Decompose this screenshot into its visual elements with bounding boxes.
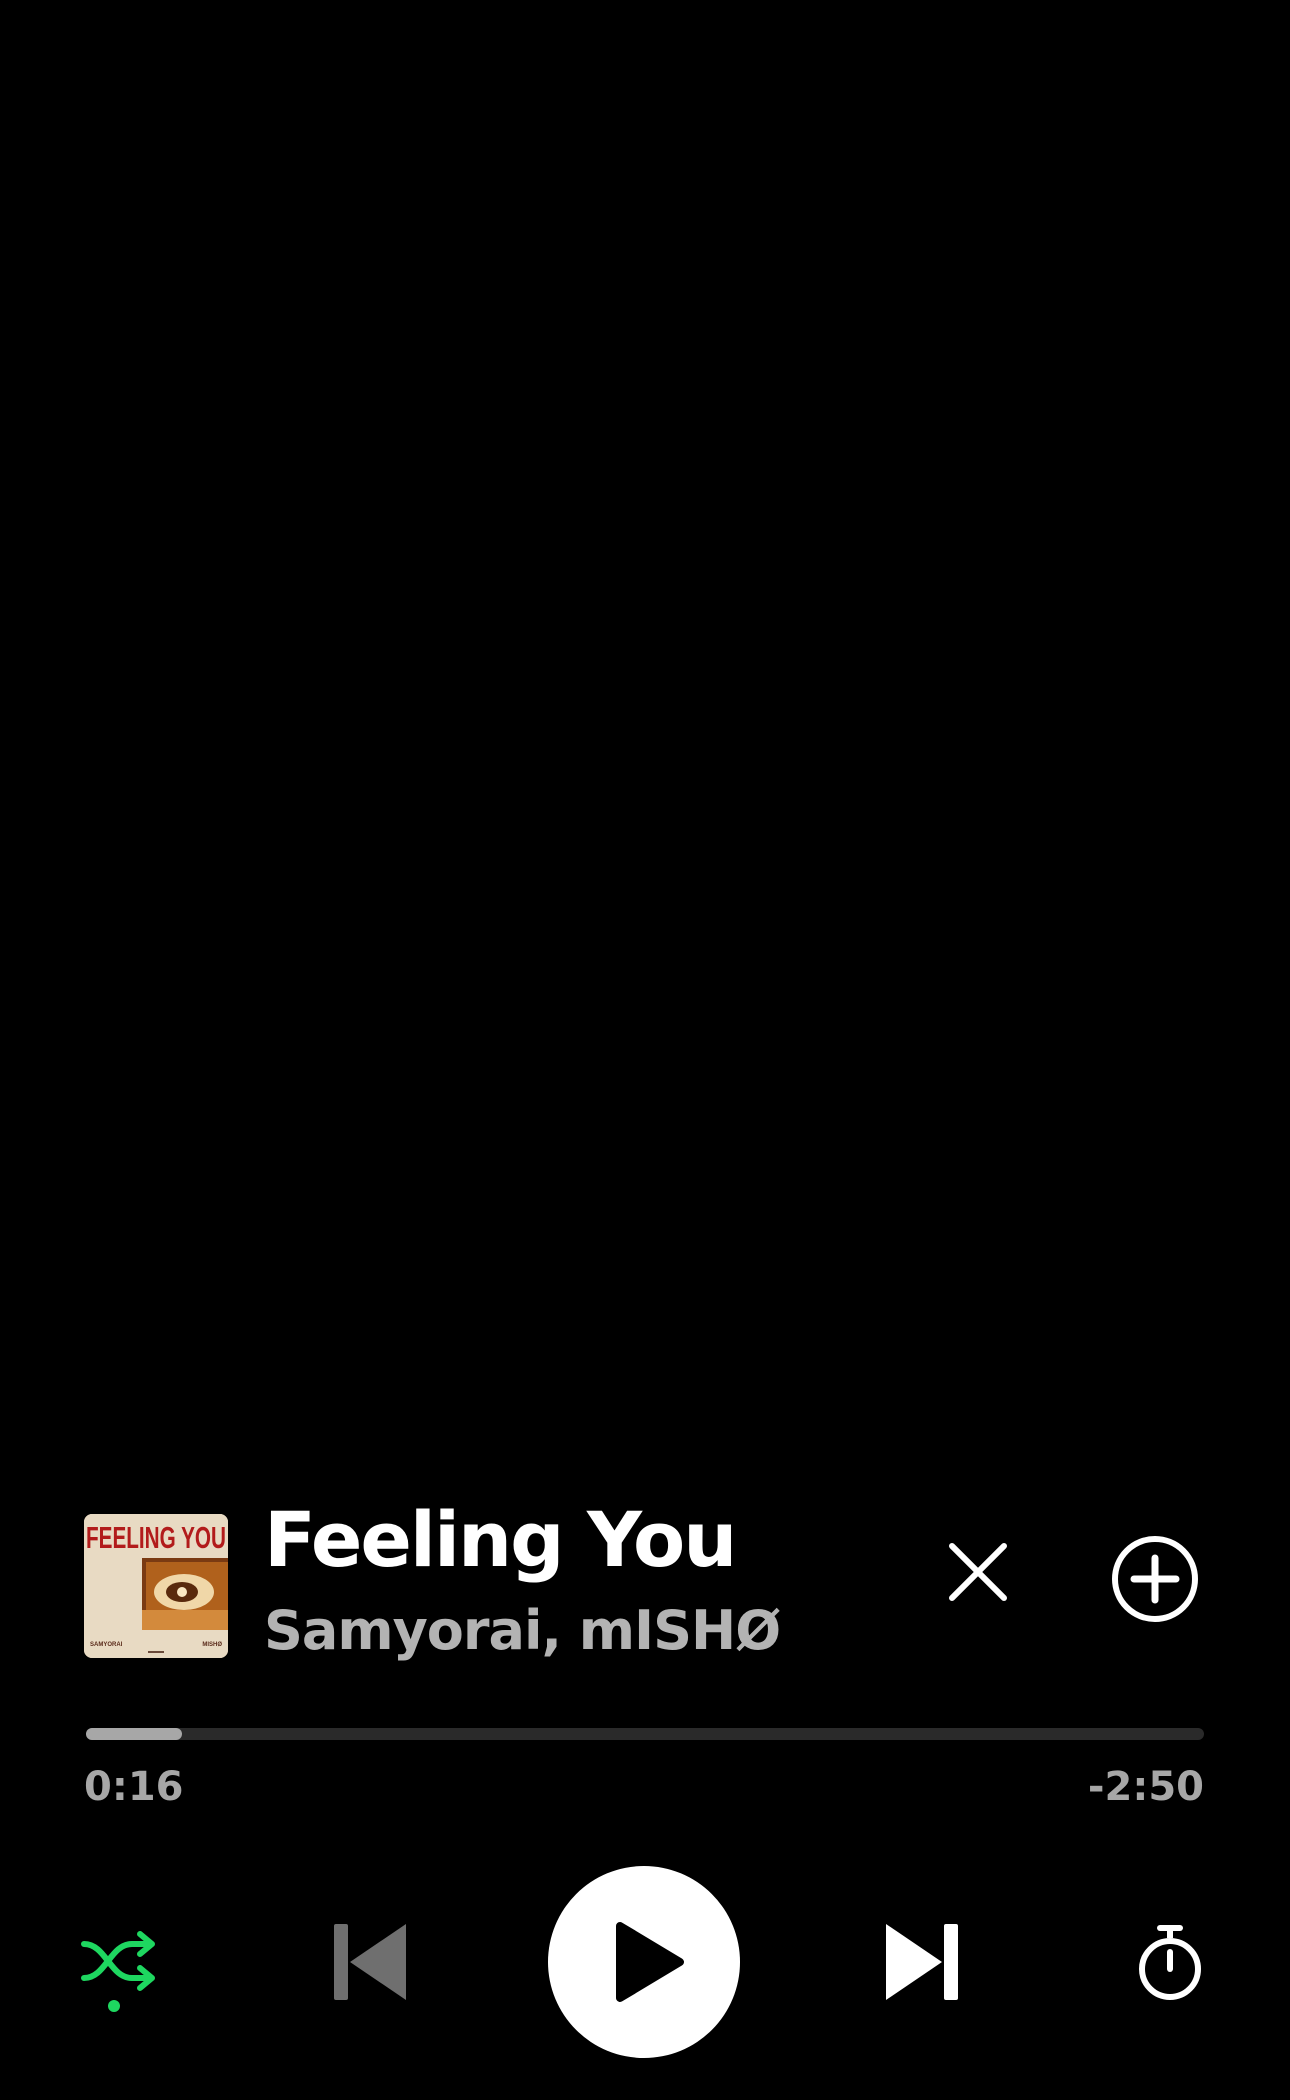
add-circle-icon: [1112, 1536, 1198, 1622]
previous-track-button[interactable]: [330, 1920, 410, 2004]
skip-previous-icon: [334, 1924, 406, 2000]
add-to-library-button[interactable]: [1110, 1534, 1200, 1624]
progress-bar[interactable]: [86, 1728, 1204, 1740]
album-cover-image: FEELING YOU SAMYORAI MISHØ: [84, 1514, 228, 1658]
play-button[interactable]: [548, 1866, 740, 2058]
progress-bar-fill: [86, 1728, 182, 1740]
sleep-timer-icon: [1139, 1925, 1201, 2000]
album-art-headline: FEELING YOU: [86, 1520, 226, 1555]
album-art-credit-right: MISHØ: [202, 1642, 222, 1648]
shuffle-button[interactable]: [80, 1926, 160, 2016]
remaining-time: -2:50: [1087, 1764, 1204, 1810]
track-artists[interactable]: Samyorai, mISHØ: [264, 1604, 781, 1658]
elapsed-time: 0:16: [84, 1764, 184, 1810]
close-icon: [949, 1543, 1007, 1601]
now-playing-bar: FEELING YOU SAMYORAI MISHØ Feeling You S…: [0, 1480, 1290, 2100]
album-art[interactable]: FEELING YOU SAMYORAI MISHØ: [84, 1514, 228, 1658]
shuffle-icon: [81, 1931, 155, 2012]
video-area: [0, 0, 1290, 1480]
sleep-timer-button[interactable]: [1136, 1922, 1204, 2002]
track-title[interactable]: Feeling You: [264, 1502, 737, 1578]
album-art-credit-left: SAMYORAI: [90, 1642, 123, 1648]
play-icon: [616, 1922, 684, 2002]
skip-next-icon: [886, 1924, 958, 2000]
next-track-button[interactable]: [882, 1920, 962, 2004]
close-button[interactable]: [938, 1532, 1018, 1612]
